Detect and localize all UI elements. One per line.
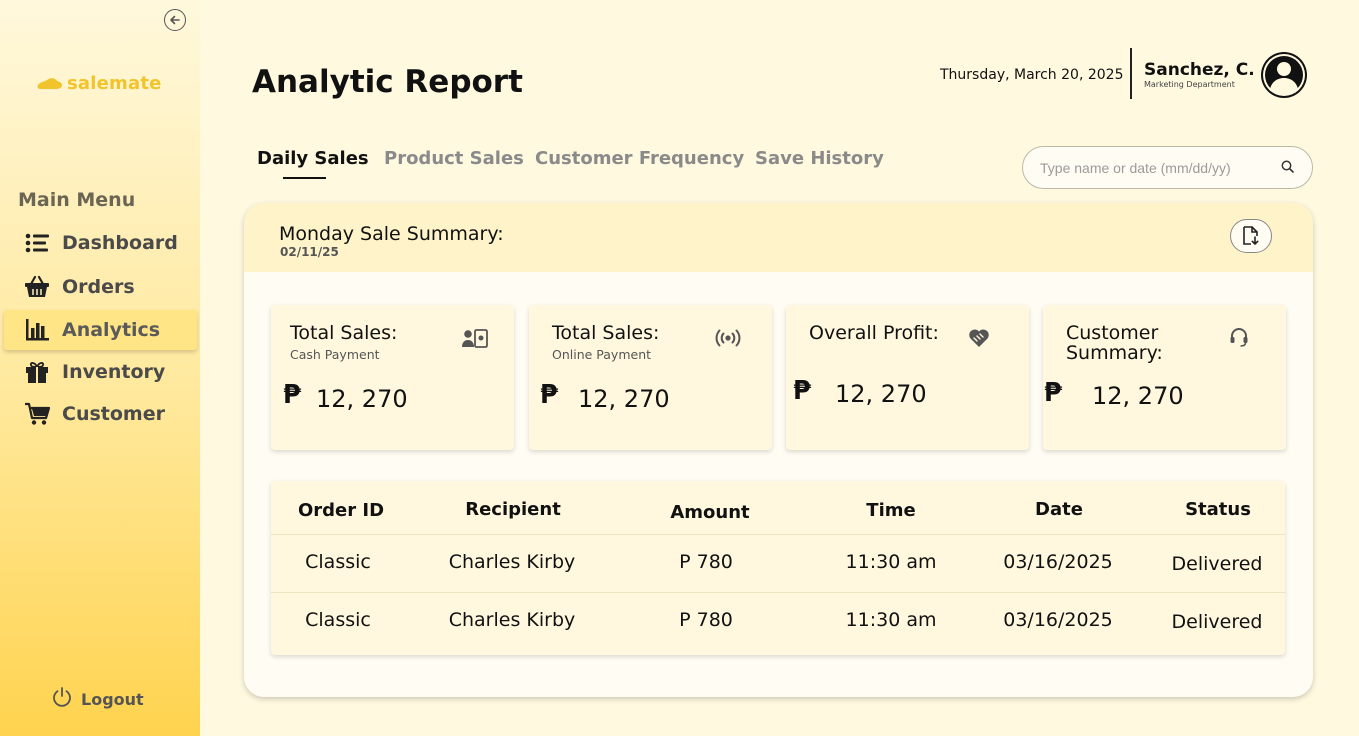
card-title-line-1: Customer (1066, 322, 1159, 344)
cell-recipient: Charles Kirby (448, 609, 576, 631)
tab-product-sales[interactable]: Product Sales (384, 148, 524, 169)
logout-button[interactable]: Logout (51, 686, 144, 712)
cash-register-icon (462, 325, 488, 351)
card-total-sales-online: Total Sales: Online Payment ₱ 12, 270 (529, 305, 772, 450)
sidebar-item-inventory[interactable]: Inventory (4, 352, 197, 392)
column-header-time: Time (866, 500, 916, 521)
gift-box-icon (24, 359, 50, 385)
header-divider (1130, 48, 1132, 99)
cell-order-id: Classic (305, 551, 371, 573)
card-value: 12, 270 (316, 385, 408, 413)
cell-time: 11:30 am (845, 551, 937, 573)
column-header-status: Status (1185, 499, 1251, 520)
main-menu-title: Main Menu (18, 189, 136, 211)
headset-icon (1226, 324, 1252, 350)
search-icon[interactable] (1281, 158, 1294, 177)
column-header-amount: Amount (670, 502, 750, 523)
tab-daily-sales[interactable]: Daily Sales (257, 148, 369, 169)
row-divider (271, 534, 1285, 535)
card-total-sales-cash: Total Sales: Cash Payment ₱ 12, 270 (271, 305, 514, 450)
sidebar-item-customer[interactable]: Customer (4, 394, 197, 434)
logout-label: Logout (81, 689, 144, 709)
card-title: Total Sales: (552, 322, 660, 344)
search-input[interactable] (1038, 158, 1281, 177)
card-value: 12, 270 (1092, 382, 1184, 410)
orders-table: Order ID Recipient Amount Time Date Stat… (271, 481, 1285, 655)
file-download-icon (1243, 226, 1259, 245)
logo: salemate (37, 73, 162, 94)
user-name: Sanchez, C. (1144, 60, 1255, 80)
sidebar-item-label: Customer (62, 403, 165, 425)
sidebar-item-dashboard[interactable]: Dashboard (4, 223, 197, 263)
summary-header: Monday Sale Summary: 02/11/25 (244, 203, 1313, 272)
sidebar: salemate Main Menu Dashboard Orders Anal… (0, 0, 200, 736)
cell-recipient: Charles Kirby (448, 551, 576, 573)
sidebar-item-label: Analytics (62, 319, 161, 341)
sidebar-item-analytics[interactable]: Analytics (4, 310, 197, 350)
sales-summary-panel: Monday Sale Summary: 02/11/25 Total Sale… (244, 203, 1313, 697)
card-title-line-2: Summary: (1066, 342, 1163, 364)
basket-icon (24, 274, 50, 300)
card-subtitle: Online Payment (552, 347, 652, 362)
logo-text: salemate (67, 73, 162, 94)
user-icon (1263, 54, 1305, 96)
sidebar-item-label: Inventory (62, 361, 166, 383)
column-header-order-id: Order ID (297, 500, 385, 521)
tab-customer-frequency[interactable]: Customer Frequency (535, 148, 744, 169)
currency-symbol: ₱ (793, 376, 812, 406)
tab-save-history[interactable]: Save History (755, 148, 884, 169)
power-icon (51, 686, 73, 712)
cart-icon (24, 401, 50, 427)
cell-order-id: Classic (305, 609, 371, 631)
currency-symbol: ₱ (1044, 378, 1063, 408)
currency-symbol: ₱ (540, 380, 559, 410)
search-bar (1022, 146, 1313, 189)
user-department: Marketing Department (1144, 80, 1235, 89)
card-value: 12, 270 (578, 385, 670, 413)
active-tab-underline (283, 177, 326, 179)
cell-time: 11:30 am (845, 609, 937, 631)
column-header-recipient: Recipient (465, 499, 561, 520)
cell-status: Delivered (1171, 611, 1263, 633)
avatar[interactable] (1261, 52, 1307, 98)
currency-symbol: ₱ (283, 380, 302, 410)
summary-title: Monday Sale Summary: (279, 223, 504, 245)
cell-date: 03/16/2025 (1003, 609, 1113, 631)
bar-chart-icon (24, 317, 50, 343)
cell-date: 03/16/2025 (1003, 551, 1113, 573)
cell-status: Delivered (1171, 553, 1263, 575)
card-title: Overall Profit: (809, 322, 939, 344)
row-divider (271, 592, 1285, 593)
sidebar-item-label: Dashboard (62, 232, 178, 254)
card-subtitle: Cash Payment (290, 347, 380, 362)
card-title: Total Sales: (290, 322, 398, 344)
cell-amount: P 780 (679, 609, 733, 631)
card-overall-profit: Overall Profit: ₱ 12, 270 (786, 305, 1029, 450)
card-value: 12, 270 (835, 380, 927, 408)
summary-date: 02/11/25 (280, 245, 339, 259)
cell-amount: P 780 (679, 551, 733, 573)
collapse-sidebar-icon[interactable] (164, 9, 186, 31)
sidebar-item-orders[interactable]: Orders (4, 267, 197, 307)
card-customer-summary: Customer Summary: ₱ 12, 270 (1043, 305, 1286, 450)
page-title: Analytic Report (252, 64, 523, 100)
heart-handshake-icon (966, 325, 992, 351)
logo-icon (37, 76, 63, 92)
download-report-button[interactable] (1230, 219, 1272, 253)
sidebar-item-label: Orders (62, 276, 135, 298)
list-icon (24, 230, 50, 256)
current-date: Thursday, March 20, 2025 (940, 67, 1124, 83)
broadcast-icon (715, 325, 741, 351)
column-header-date: Date (1035, 499, 1083, 520)
